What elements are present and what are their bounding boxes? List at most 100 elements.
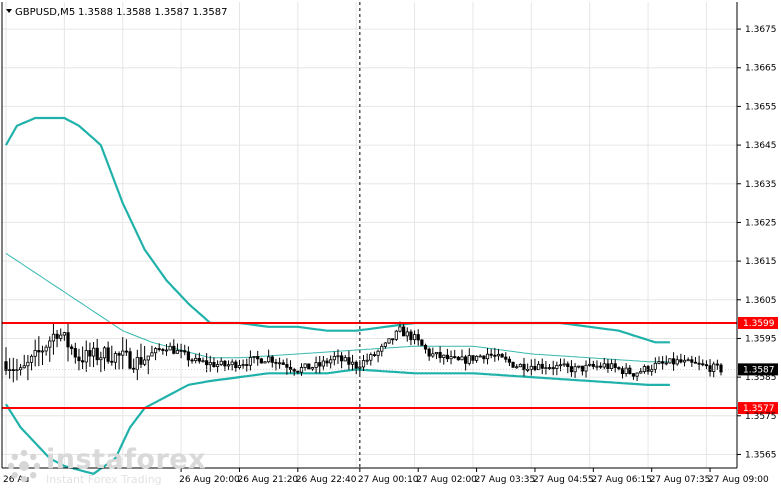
candle-body [661,361,665,364]
candle-body [340,355,344,362]
candle-body [296,370,300,373]
candle-body [161,349,165,351]
candle-body [515,366,519,369]
candle-body [44,346,48,352]
candle-body [55,333,59,339]
candle-body [686,359,690,362]
y-tick-label: 1.3565 [745,450,777,460]
candle-body [70,346,74,349]
candle-body [584,364,588,372]
instaforex-logo-icon [7,449,41,482]
candle-body [712,363,716,372]
price-chart[interactable]: 1.3599 1.3577 1.3587 1.3675 1.3665 1.3655 1.3… [0,0,781,489]
candle-body [121,350,125,356]
candle-body [704,364,709,367]
candle-body [624,367,628,375]
candle-body [310,367,315,370]
level-label: 1.3599 [743,319,775,329]
candle-body [139,357,143,365]
candle-body [175,349,180,354]
candle-body [77,356,81,362]
candle-body [157,348,161,350]
candle-body [398,326,402,332]
candle-body [482,355,486,360]
x-tick-label: 27 Aug 00:10 [358,475,419,485]
y-tick-label: 1.3655 [745,102,777,112]
candle-body [146,355,150,361]
candle-body [416,334,420,341]
candle-body [26,361,30,367]
chart-canvas[interactable]: 1.35991.35771.3587 1.36751.36651.36551.3… [0,0,781,489]
candle-body [562,363,566,366]
candle-body [15,369,19,372]
candle-body [690,359,694,363]
candle-body [715,363,719,366]
candle-body [664,362,668,365]
x-tick-label: 27 Aug 07:35 [650,475,711,485]
candle-body [245,364,249,366]
candle-body [580,365,584,372]
candle-body [628,367,632,374]
candle-body [369,354,373,361]
candle-body [387,338,391,344]
candle-body [106,347,110,362]
candle-body [493,354,497,357]
candle-body [81,360,85,363]
candle-body [194,357,198,361]
candle-body [99,357,103,361]
candle-body [668,358,672,364]
candle-body [617,367,621,370]
candle-body [445,354,450,360]
candle-body [372,354,377,357]
candle-body [693,361,698,364]
x-tick-label: 27 Aug 04:55 [533,475,594,485]
candle-body [507,358,512,363]
candle-body [602,363,606,368]
candle-body [168,345,172,351]
candle-body [259,358,263,364]
y-tick-label: 1.3585 [745,373,777,383]
candle-body [551,367,555,369]
candle-body [427,348,431,357]
y-tick-label: 1.3615 [745,257,777,267]
candle-body [110,360,114,363]
candle-body [504,356,508,360]
x-tick-label: 27 Aug 03:35 [475,475,536,485]
candle-body [40,350,45,353]
candle-body [383,342,387,347]
candle-body [544,367,548,370]
candle-body [412,334,417,341]
candle-body [226,364,231,367]
candle-body [613,363,617,368]
y-tick-label: 1.3605 [745,296,777,306]
candle-body [329,359,333,364]
candle-body [449,356,453,360]
candle-body [267,356,271,363]
candle-body [237,365,242,369]
candle-body [460,356,464,361]
candle-body [518,363,522,368]
candle-body [336,355,340,358]
candle-body [59,334,63,339]
candle-body [533,365,537,371]
candle-body [117,353,121,356]
symbol-label: GBPUSD,M5 [15,7,75,18]
candle-body [307,363,311,370]
candle-body [33,350,37,357]
candle-body [675,359,679,365]
candle-body [500,353,504,358]
candle-body [219,360,223,365]
candle-body [190,359,194,362]
y-tick-label: 1.3635 [745,180,777,190]
candle-body [719,364,723,373]
candle-body [292,369,296,372]
candle-body [212,362,216,368]
candle-body [51,333,56,342]
candle-body [197,357,201,362]
y-tick-label: 1.3645 [745,141,777,151]
candle-body [420,339,424,346]
candle-body [88,350,92,357]
watermark-tagline: Instant Forex Trading [46,473,162,486]
candle-body [270,356,274,363]
x-tick-label: 27 Aug 06:15 [591,475,652,485]
